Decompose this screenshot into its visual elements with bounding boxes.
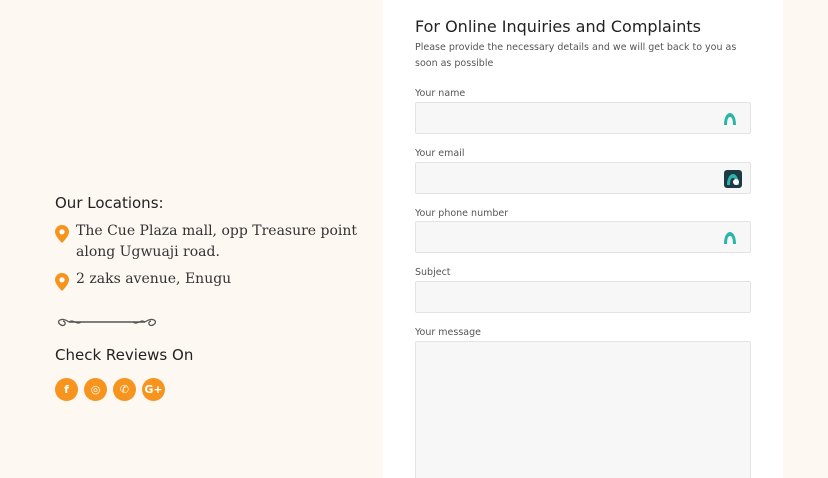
inquiry-form: For Online Inquiries and Complaints Plea… bbox=[383, 0, 783, 478]
instagram-icon[interactable]: ◎ bbox=[84, 378, 107, 401]
phone-field-wrapper bbox=[415, 221, 751, 253]
email-label: Your email bbox=[415, 148, 465, 159]
location-address: 2 zaks avenue, Enugu bbox=[76, 271, 232, 287]
phone-label: Your phone number bbox=[415, 208, 509, 219]
name-field[interactable] bbox=[416, 103, 750, 133]
message-label: Your message bbox=[415, 327, 481, 338]
map-pin-icon bbox=[55, 273, 69, 291]
subject-field[interactable] bbox=[416, 282, 750, 312]
name-field-wrapper bbox=[415, 102, 751, 134]
message-field[interactable] bbox=[416, 342, 750, 478]
message-field-wrapper bbox=[415, 341, 751, 478]
location-item: 2 zaks avenue, Enugu bbox=[55, 269, 376, 291]
whatsapp-icon[interactable]: ✆ bbox=[113, 378, 136, 401]
map-pin-icon bbox=[55, 225, 69, 243]
phone-field[interactable] bbox=[416, 222, 750, 252]
name-label: Your name bbox=[415, 88, 466, 99]
form-title: For Online Inquiries and Complaints bbox=[415, 17, 702, 36]
ornament-divider bbox=[57, 318, 157, 327]
locations-heading: Our Locations: bbox=[55, 194, 164, 212]
email-field-wrapper bbox=[415, 162, 751, 194]
password-manager-icon[interactable] bbox=[724, 170, 742, 188]
google-plus-icon[interactable]: G+ bbox=[142, 378, 165, 401]
autofill-icon[interactable] bbox=[722, 230, 738, 246]
location-item: The Cue Plaza mall, opp Treasure point a… bbox=[55, 221, 376, 263]
facebook-icon[interactable]: f bbox=[55, 378, 78, 401]
social-links: f ◎ ✆ G+ bbox=[55, 378, 165, 401]
autofill-icon[interactable] bbox=[722, 111, 738, 127]
form-subtitle: Please provide the necessary details and… bbox=[415, 42, 737, 69]
email-field[interactable] bbox=[416, 163, 750, 193]
location-address: The Cue Plaza mall, opp Treasure point a… bbox=[76, 223, 358, 260]
locations-section: Our Locations: The Cue Plaza mall, opp T… bbox=[0, 0, 383, 478]
reviews-heading: Check Reviews On bbox=[55, 346, 194, 364]
subject-label: Subject bbox=[415, 267, 451, 278]
subject-field-wrapper bbox=[415, 281, 751, 313]
